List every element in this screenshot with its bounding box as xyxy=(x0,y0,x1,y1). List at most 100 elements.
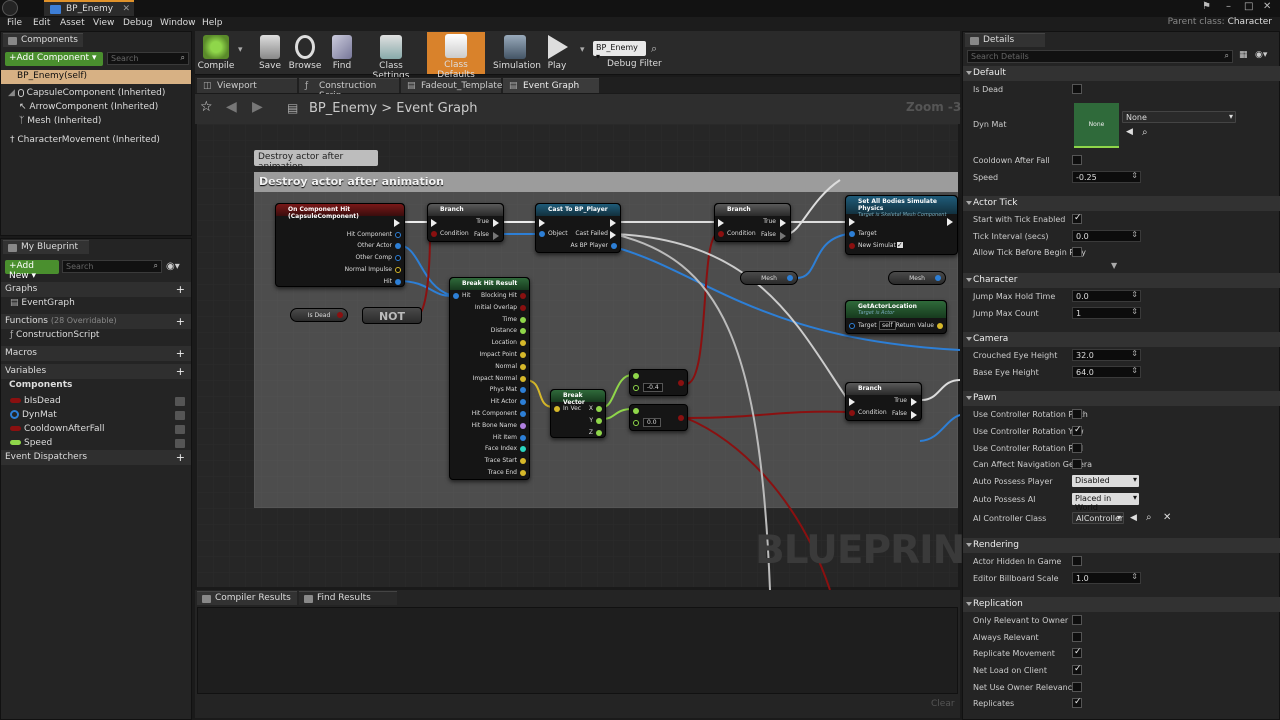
pin-dot[interactable] xyxy=(633,420,639,426)
tab-find-results[interactable]: Find Results xyxy=(299,591,397,605)
pin-dot[interactable] xyxy=(718,231,724,237)
pin-dot[interactable] xyxy=(520,293,526,299)
expand-advanced-icon[interactable]: ▼ xyxy=(1111,261,1117,270)
pin-dot[interactable] xyxy=(633,373,639,379)
pin-dot[interactable] xyxy=(596,406,602,412)
browse-search-icon[interactable]: ⌕ xyxy=(1146,512,1152,523)
node-cast-to-bp-player[interactable]: Cast To BP_Player Object Cast Failed As … xyxy=(535,203,621,253)
base-eye-input[interactable]: 64.0 xyxy=(1072,366,1141,378)
exec-false-pin[interactable] xyxy=(911,411,917,419)
clear-x-icon[interactable]: ✕ xyxy=(1163,512,1171,523)
pin-dot[interactable] xyxy=(849,410,855,416)
jump-count-input[interactable]: 1 xyxy=(1072,307,1141,319)
section-pawn[interactable]: Pawn xyxy=(963,391,1280,406)
pin-dot[interactable] xyxy=(453,293,459,299)
exec-true-pin[interactable] xyxy=(493,219,499,227)
exec-out-pin[interactable] xyxy=(610,219,616,227)
pin-dot[interactable] xyxy=(849,231,855,237)
property-matrix-icon[interactable]: ▦ xyxy=(1239,50,1248,60)
new-simulate-checkbox[interactable]: ✓ xyxy=(896,241,904,249)
billboard-scale-input[interactable]: 1.0 xyxy=(1072,572,1141,584)
node-break-vector[interactable]: Break Vector In Vec X Y Z xyxy=(550,389,606,438)
use-roll-checkbox[interactable] xyxy=(1072,443,1082,453)
replicates-checkbox[interactable] xyxy=(1072,697,1082,708)
node-is-dead[interactable]: Is Dead xyxy=(290,308,348,322)
node-branch-1[interactable]: Branch Condition True False xyxy=(427,203,504,242)
auto-possess-ai-dropdown[interactable]: Placed in World xyxy=(1072,493,1139,512)
pin-dot[interactable] xyxy=(520,411,526,417)
node-branch-3[interactable]: Branch Condition True False xyxy=(845,382,922,421)
hidden-in-game-checkbox[interactable] xyxy=(1072,556,1082,566)
node-get-mesh-2[interactable]: Mesh xyxy=(888,271,946,285)
pin-dot[interactable] xyxy=(520,328,526,335)
can-affect-nav-checkbox[interactable] xyxy=(1072,459,1082,469)
node-compare-2[interactable]: 0.0 xyxy=(629,404,688,431)
use-selected-arrow-icon[interactable]: ◀ xyxy=(1126,127,1133,137)
section-default[interactable]: Default xyxy=(963,66,1280,81)
pin-dot[interactable] xyxy=(520,316,526,323)
pin-dot[interactable] xyxy=(611,243,617,249)
pin-dot[interactable] xyxy=(337,312,343,318)
node-get-actor-location[interactable]: GetActorLocation Target is Actor Target … xyxy=(845,300,947,334)
tick-interval-input[interactable]: 0.0 xyxy=(1072,230,1141,242)
pin-dot[interactable] xyxy=(596,418,602,424)
exec-in-pin[interactable] xyxy=(849,218,855,226)
section-actor-tick[interactable]: Actor Tick xyxy=(963,196,1280,211)
node-set-simulate-physics[interactable]: Set All Bodies Simulate Physics Target i… xyxy=(845,195,958,255)
minimize-icon[interactable]: – xyxy=(1226,1,1231,12)
net-owner-checkbox[interactable] xyxy=(1072,682,1082,692)
clear-button[interactable]: Clear xyxy=(931,699,955,709)
speed-input[interactable]: -0.25 xyxy=(1072,171,1141,183)
exec-in-pin[interactable] xyxy=(718,219,724,227)
dyn-mat-dropdown[interactable]: None xyxy=(1122,111,1236,123)
pin-dot[interactable] xyxy=(395,243,401,249)
pin-dot[interactable] xyxy=(520,363,526,370)
node-break-hit-result[interactable]: Break Hit Result Hit Blocking Hit Initial… xyxy=(449,277,530,480)
pin-dot[interactable] xyxy=(539,231,545,237)
pin-dot[interactable] xyxy=(937,323,943,329)
pin-dot[interactable] xyxy=(520,352,526,358)
pin-dot[interactable] xyxy=(678,415,684,421)
pin-dot[interactable] xyxy=(520,340,526,347)
auto-possess-player-dropdown[interactable]: Disabled xyxy=(1072,475,1139,487)
section-camera[interactable]: Camera xyxy=(963,332,1280,347)
net-load-checkbox[interactable] xyxy=(1072,664,1082,675)
details-search-input[interactable]: Search Details ⌕ xyxy=(967,50,1233,63)
pin-dot[interactable] xyxy=(849,323,855,329)
pin-dot[interactable] xyxy=(520,446,526,453)
details-tab[interactable]: Details xyxy=(965,33,1045,47)
exec-in-pin[interactable] xyxy=(539,219,545,227)
pin-dot[interactable] xyxy=(520,387,526,394)
crouched-eye-input[interactable]: 32.0 xyxy=(1072,349,1141,361)
pin-dot[interactable] xyxy=(520,422,526,429)
pin-dot[interactable] xyxy=(520,458,526,465)
pin-dot[interactable] xyxy=(520,304,526,311)
pin-dot[interactable] xyxy=(395,232,401,238)
use-yaw-checkbox[interactable] xyxy=(1072,425,1082,436)
pin-dot[interactable] xyxy=(520,375,526,382)
node-on-component-hit[interactable]: On Component Hit (CapsuleComponent) Hit … xyxy=(275,203,405,287)
always-relevant-checkbox[interactable] xyxy=(1072,632,1082,642)
exec-true-pin[interactable] xyxy=(911,398,917,406)
pin-dot[interactable] xyxy=(596,430,602,436)
only-relevant-checkbox[interactable] xyxy=(1072,615,1082,625)
allow-tick-checkbox[interactable] xyxy=(1072,247,1082,257)
node-branch-2[interactable]: Branch Condition True False xyxy=(714,203,791,242)
pin-dot[interactable] xyxy=(520,434,526,441)
exec-out-pin[interactable] xyxy=(394,219,400,227)
is-dead-checkbox[interactable] xyxy=(1072,84,1082,94)
use-pitch-checkbox[interactable] xyxy=(1072,409,1082,419)
replicate-movement-checkbox[interactable] xyxy=(1072,647,1082,658)
pin-dot[interactable] xyxy=(678,380,684,386)
pin-dot[interactable] xyxy=(395,255,401,261)
node-get-mesh-1[interactable]: Mesh xyxy=(740,271,798,285)
maximize-icon[interactable]: □ xyxy=(1244,1,1253,12)
use-selected-arrow-icon[interactable]: ◀ xyxy=(1130,513,1137,523)
section-rendering[interactable]: Rendering xyxy=(963,538,1280,553)
browse-search-icon[interactable]: ⌕ xyxy=(1142,127,1148,138)
jump-hold-input[interactable]: 0.0 xyxy=(1072,290,1141,302)
node-compare-1[interactable]: -0.4 xyxy=(629,369,688,396)
exec-out-pin[interactable] xyxy=(947,218,953,226)
exec-in-pin[interactable] xyxy=(849,398,855,406)
pin-dot[interactable] xyxy=(849,243,855,249)
